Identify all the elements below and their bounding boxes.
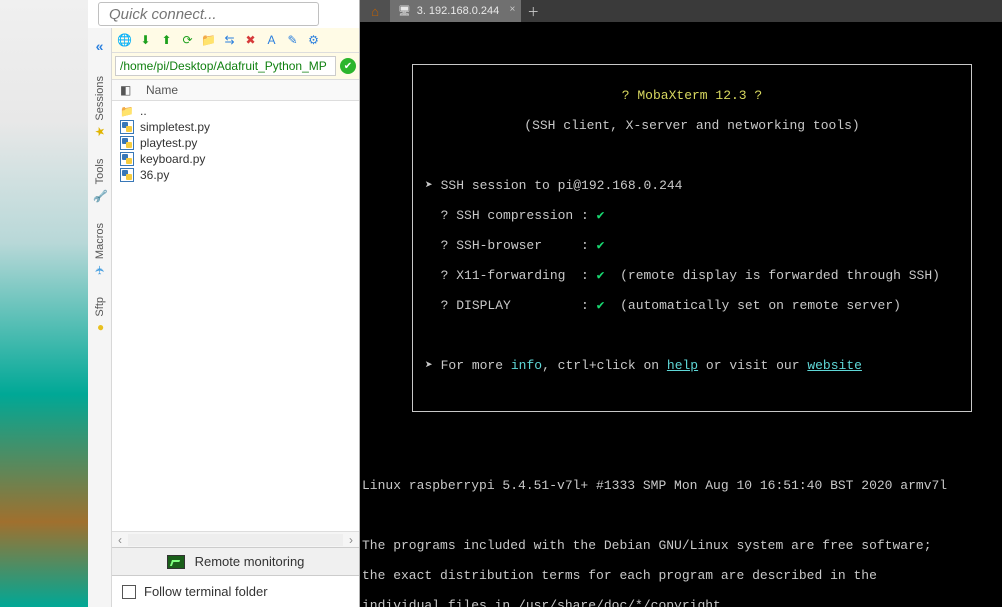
side-tab-strip: « ★ Sessions 🔧 Tools ✈ Macros ● Sftp bbox=[88, 28, 112, 607]
main-window: « ★ Sessions 🔧 Tools ✈ Macros ● Sftp bbox=[88, 0, 1002, 607]
path-ok-icon: ✔ bbox=[340, 58, 356, 74]
help-link[interactable]: help bbox=[667, 358, 698, 373]
check-icon: ✔ bbox=[597, 238, 605, 253]
banner-x11-note: (remote display is forwarded through SSH… bbox=[620, 268, 940, 283]
website-link[interactable]: website bbox=[807, 358, 862, 373]
file-name: .. bbox=[140, 104, 147, 118]
path-input[interactable] bbox=[115, 56, 336, 76]
scroll-track[interactable] bbox=[128, 534, 343, 546]
check-icon: ✔ bbox=[597, 208, 605, 223]
follow-terminal-row[interactable]: Follow terminal folder bbox=[112, 575, 359, 607]
banner-display: ? DISPLAY : bbox=[441, 298, 589, 313]
wrench-icon: 🔧 bbox=[92, 189, 107, 203]
scroll-left-icon[interactable]: ‹ bbox=[112, 533, 128, 547]
download-icon[interactable]: ⬇ bbox=[136, 31, 155, 49]
python-file-icon bbox=[120, 168, 134, 182]
terminal-body: Linux raspberrypi 5.4.51-v7l+ #1333 SMP … bbox=[360, 431, 1002, 607]
file-name: playtest.py bbox=[140, 136, 197, 150]
follow-terminal-checkbox[interactable] bbox=[122, 585, 136, 599]
side-tab-label: Tools bbox=[94, 159, 106, 185]
tab-bar: ⌂ 🖥 3. 192.168.0.244 × ＋ bbox=[360, 0, 1002, 22]
file-name: keyboard.py bbox=[140, 152, 205, 166]
side-tab-sftp[interactable]: ● Sftp bbox=[93, 297, 107, 335]
file-row[interactable]: playtest.py bbox=[114, 135, 357, 151]
horizontal-scrollbar[interactable]: ‹ › bbox=[112, 531, 359, 547]
side-tab-label: Sessions bbox=[94, 76, 106, 121]
upload-icon[interactable]: ⬆ bbox=[157, 31, 176, 49]
home-tab[interactable]: ⌂ bbox=[360, 0, 390, 22]
star-icon: ★ bbox=[93, 125, 107, 139]
remote-monitoring-button[interactable]: Remote monitoring bbox=[112, 547, 359, 575]
banner-title: ? MobaXterm 12.3 ? bbox=[622, 88, 762, 103]
file-row[interactable]: simpletest.py bbox=[114, 119, 357, 135]
terminal-panel: ⌂ 🖥 3. 192.168.0.244 × ＋ ? MobaXterm 12.… bbox=[360, 0, 1002, 607]
banner-info-b: , ctrl+click on bbox=[542, 358, 667, 373]
new-folder-icon[interactable]: 📁 bbox=[199, 31, 218, 49]
info-link[interactable]: info bbox=[511, 358, 542, 373]
banner-info-a: ➤ For more bbox=[425, 358, 511, 373]
file-name: simpletest.py bbox=[140, 120, 210, 134]
path-bar: ✔ bbox=[112, 53, 359, 80]
file-list-header: ◧ Name bbox=[112, 80, 359, 101]
quick-connect-input[interactable] bbox=[98, 2, 319, 26]
remote-monitoring-label: Remote monitoring bbox=[195, 554, 305, 569]
home-icon: ⌂ bbox=[371, 4, 379, 19]
motd-uname: Linux raspberrypi 5.4.51-v7l+ #1333 SMP … bbox=[362, 478, 947, 493]
side-tab-tools[interactable]: 🔧 Tools bbox=[93, 159, 107, 203]
python-file-icon bbox=[120, 136, 134, 150]
tab-label: 3. 192.168.0.244 bbox=[417, 5, 500, 17]
sftp-panel: 🌐 ⬇ ⬆ ⟳ 📁 ⇆ ✖ A ✎ ⚙ ✔ ◧ Name bbox=[112, 28, 359, 607]
circle-icon: ● bbox=[93, 321, 107, 335]
motd-p2: the exact distribution terms for each pr… bbox=[362, 568, 877, 583]
font-icon[interactable]: A bbox=[262, 31, 281, 49]
diff-icon[interactable]: ⇆ bbox=[220, 31, 239, 49]
edit-icon[interactable]: ✎ bbox=[283, 31, 302, 49]
desktop-background bbox=[0, 0, 88, 607]
motd-p3: individual files in /usr/share/doc/*/cop… bbox=[362, 598, 729, 607]
check-icon: ✔ bbox=[597, 298, 605, 313]
send-icon: ✈ bbox=[93, 263, 107, 277]
banner-info-c: or visit our bbox=[698, 358, 807, 373]
folder-icon: 📁 bbox=[120, 104, 134, 118]
sftp-toolbar: 🌐 ⬇ ⬆ ⟳ 📁 ⇆ ✖ A ✎ ⚙ bbox=[112, 28, 359, 53]
banner-compression: ? SSH compression : bbox=[441, 208, 589, 223]
collapse-sidebar-icon[interactable]: « bbox=[94, 36, 106, 56]
banner-session: ➤ SSH session to pi@192.168.0.244 bbox=[425, 178, 682, 193]
scroll-right-icon[interactable]: › bbox=[343, 533, 359, 547]
terminal-icon: 🖥 bbox=[398, 6, 411, 17]
settings-icon[interactable]: ⚙ bbox=[304, 31, 323, 49]
banner-browser: ? SSH-browser : bbox=[441, 238, 589, 253]
file-list[interactable]: 📁 .. simpletest.py playtest.py keyboard.… bbox=[112, 101, 359, 531]
icon-column-header[interactable]: ◧ bbox=[112, 80, 138, 100]
side-tab-label: Macros bbox=[94, 223, 106, 259]
new-tab-button[interactable]: ＋ bbox=[521, 0, 545, 22]
file-row[interactable]: 36.py bbox=[114, 167, 357, 183]
monitor-icon bbox=[167, 555, 185, 569]
banner-x11: ? X11-forwarding : bbox=[441, 268, 589, 283]
terminal-output[interactable]: ? MobaXterm 12.3 ? (SSH client, X-server… bbox=[360, 22, 1002, 607]
left-body: « ★ Sessions 🔧 Tools ✈ Macros ● Sftp bbox=[88, 28, 359, 607]
banner-display-note: (automatically set on remote server) bbox=[620, 298, 901, 313]
refresh-icon[interactable]: ⟳ bbox=[178, 31, 197, 49]
globe-icon[interactable]: 🌐 bbox=[115, 31, 134, 49]
file-row-parent[interactable]: 📁 .. bbox=[114, 103, 357, 119]
file-row[interactable]: keyboard.py bbox=[114, 151, 357, 167]
python-file-icon bbox=[120, 120, 134, 134]
banner-box: ? MobaXterm 12.3 ? (SSH client, X-server… bbox=[412, 64, 972, 412]
close-tab-icon[interactable]: × bbox=[509, 4, 515, 15]
motd-p1: The programs included with the Debian GN… bbox=[362, 538, 932, 553]
name-column-header[interactable]: Name bbox=[138, 80, 186, 100]
follow-terminal-label: Follow terminal folder bbox=[144, 584, 268, 599]
file-name: 36.py bbox=[140, 168, 169, 182]
delete-icon[interactable]: ✖ bbox=[241, 31, 260, 49]
side-tab-label: Sftp bbox=[94, 297, 106, 317]
banner-subtitle: (SSH client, X-server and networking too… bbox=[524, 118, 859, 133]
plus-icon: ＋ bbox=[527, 3, 539, 20]
side-tab-sessions[interactable]: ★ Sessions bbox=[93, 76, 107, 139]
python-file-icon bbox=[120, 152, 134, 166]
check-icon: ✔ bbox=[597, 268, 605, 283]
side-tab-macros[interactable]: ✈ Macros bbox=[93, 223, 107, 277]
terminal-tab[interactable]: 🖥 3. 192.168.0.244 × bbox=[390, 0, 521, 22]
left-panel: « ★ Sessions 🔧 Tools ✈ Macros ● Sftp bbox=[88, 0, 360, 607]
